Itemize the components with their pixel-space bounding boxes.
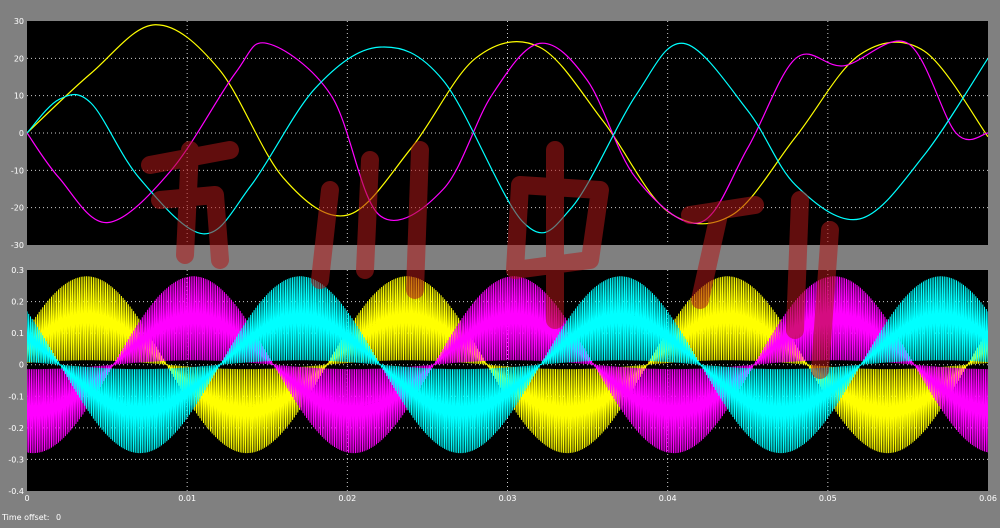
y-tick-label: 30	[14, 17, 24, 26]
y-tick-label: 20	[14, 54, 24, 63]
y-tick-label: -0.4	[8, 487, 24, 496]
x-tick-label: 0.01	[178, 494, 196, 503]
scope-figure: -30 -20 -10 0 10 20 30 -0.4 -0.3 -0.2 -0.1 0 0.1 0.2…	[8, 17, 997, 503]
y-tick-label: -0.3	[8, 455, 24, 464]
y-tick-label: -0.1	[8, 392, 24, 401]
y-tick-label: -0.2	[8, 424, 24, 433]
upper-axes: -30 -20 -10 0 10 20 30	[11, 17, 988, 250]
x-tick-label: 0.03	[499, 494, 517, 503]
y-tick-label: -10	[11, 166, 24, 175]
time-offset: Time offset: 0	[2, 513, 61, 522]
x-tick-label: 0.05	[819, 494, 837, 503]
time-offset-value: 0	[56, 513, 62, 522]
y-tick-label: 0	[19, 361, 24, 370]
y-tick-label: -20	[11, 204, 24, 213]
y-tick-label: 0	[19, 129, 24, 138]
y-tick-label: -30	[11, 241, 24, 250]
lower-axes: -0.4 -0.3 -0.2 -0.1 0 0.1 0.2 0.3 0 0.01 0.02 0.03 0…	[8, 266, 997, 503]
x-tick-label: 0.02	[338, 494, 356, 503]
y-tick-label: 0.1	[11, 329, 24, 338]
y-tick-label: 0.3	[11, 266, 24, 275]
y-tick-label: 0.2	[11, 298, 24, 307]
time-offset-label: Time offset:	[2, 513, 50, 522]
y-tick-label: 10	[14, 92, 24, 101]
x-tick-label: 0.04	[659, 494, 677, 503]
x-tick-label: 0.06	[979, 494, 997, 503]
x-tick-label: 0	[24, 494, 29, 503]
